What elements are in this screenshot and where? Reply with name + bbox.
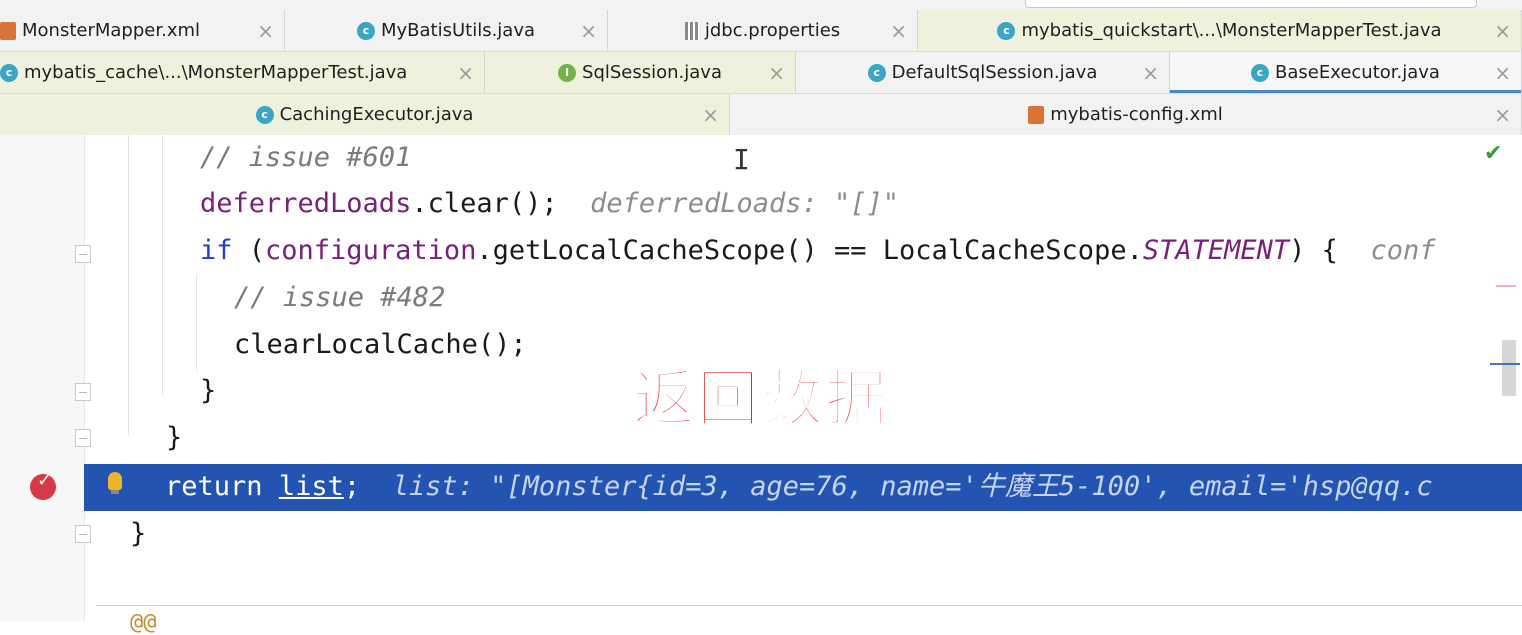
close-icon[interactable]: × — [457, 61, 474, 85]
tab-label: mybatis_quickstart\...\MonsterMapperTest… — [1021, 20, 1442, 41]
tab-mybatisutils[interactable]: c MyBatisUtils.java × — [285, 10, 608, 51]
scroll-position-marker — [1490, 363, 1520, 365]
tab-cache-mappertest[interactable]: c mybatis_cache\...\MonsterMapperTest.ja… — [0, 52, 485, 93]
search-everywhere-box[interactable] — [1025, 0, 1477, 8]
tab-defaultsqlsession[interactable]: c DefaultSqlSession.java × — [796, 52, 1170, 93]
properties-file-icon — [684, 21, 699, 40]
code-editor[interactable]: // issue #601 deferredLoads.clear(); def… — [0, 135, 1522, 635]
class-icon: c — [867, 63, 886, 82]
code-field: deferredLoads — [200, 188, 412, 219]
test-class-icon: c — [0, 63, 18, 82]
tab-label: SqlSession.java — [582, 62, 722, 83]
inline-debug-value: deferredLoads: "[]" — [590, 188, 900, 219]
code-keyword: if — [200, 235, 233, 266]
code-line: clearLocalCache(); — [234, 329, 527, 360]
close-icon[interactable]: × — [702, 103, 719, 127]
execution-line[interactable]: return list; list: "[Monster{id=3, age=7… — [84, 464, 1522, 511]
tab-label: MyBatisUtils.java — [380, 20, 536, 41]
close-icon[interactable]: × — [580, 19, 597, 43]
test-class-icon: c — [997, 21, 1016, 40]
tab-label: mybatis-config.xml — [1050, 104, 1223, 125]
tab-baseexecutor[interactable]: c BaseExecutor.java × — [1170, 52, 1522, 93]
breakpoint-icon[interactable] — [30, 470, 56, 500]
indent-guide — [128, 135, 129, 435]
code-text: ) { — [1289, 235, 1338, 266]
close-icon[interactable]: × — [1494, 19, 1511, 43]
text-cursor-icon: I — [733, 143, 750, 176]
tab-label: DefaultSqlSession.java — [891, 62, 1098, 83]
code-variable: list — [278, 471, 344, 502]
code-line: deferredLoads.clear(); deferredLoads: "[… — [200, 181, 899, 227]
code-field: configuration — [265, 235, 477, 266]
error-stripe-mark[interactable] — [1496, 285, 1516, 287]
code-line: return list; list: "[Monster{id=3, age=7… — [165, 464, 1433, 510]
close-icon[interactable]: × — [768, 61, 785, 85]
tab-monstermapper-xml[interactable]: MonsterMapper.xml × — [0, 10, 285, 51]
code-line: } — [130, 518, 147, 549]
code-text: .clear(); — [411, 188, 558, 219]
tab-label: CachingExecutor.java — [279, 104, 474, 125]
method-separator — [96, 605, 1522, 606]
inline-debug-value: conf — [1370, 235, 1436, 266]
editor-tab-row-1: MonsterMapper.xml × c MyBatisUtils.java … — [0, 10, 1522, 52]
interface-icon: I — [558, 63, 577, 82]
tab-quickstart-mappertest[interactable]: c mybatis_quickstart\...\MonsterMapperTe… — [918, 10, 1522, 51]
xml-file-icon — [0, 21, 16, 40]
editor-tab-row-3: c CachingExecutor.java × mybatis-config.… — [0, 94, 1522, 136]
code-static-field: STATEMENT — [1142, 235, 1290, 266]
code-text: ; — [343, 471, 361, 502]
fold-marker[interactable] — [75, 525, 91, 543]
code-keyword: return — [165, 471, 263, 502]
code-text: ( — [232, 235, 266, 266]
video-caption-overlay: 返回数据 — [632, 361, 890, 436]
inspection-ok-icon[interactable]: ✔ — [1484, 141, 1502, 166]
close-icon[interactable]: × — [1142, 61, 1159, 85]
fold-marker[interactable] — [75, 429, 91, 447]
tab-label: BaseExecutor.java — [1275, 62, 1440, 83]
tab-jdbc-properties[interactable]: jdbc.properties × — [608, 10, 918, 51]
close-icon[interactable]: × — [890, 19, 907, 43]
code-comment: // issue #482 — [234, 282, 446, 313]
tab-label: jdbc.properties — [704, 20, 841, 41]
tab-label: MonsterMapper.xml — [22, 20, 201, 41]
close-icon[interactable]: × — [1494, 103, 1511, 127]
intention-bulb-icon[interactable] — [108, 472, 122, 494]
tab-mybatis-config[interactable]: mybatis-config.xml × — [730, 94, 1522, 135]
xml-file-icon — [1028, 105, 1045, 124]
indent-guide — [196, 275, 197, 371]
tab-label: mybatis_cache\...\MonsterMapperTest.java — [24, 62, 408, 83]
code-comment: // issue #601 — [200, 142, 412, 173]
fold-marker[interactable] — [75, 383, 91, 401]
class-icon: c — [1251, 63, 1270, 82]
close-icon[interactable]: × — [257, 19, 274, 43]
class-icon: c — [255, 105, 274, 124]
editor-gutter[interactable] — [0, 135, 85, 621]
code-line: } — [200, 375, 217, 406]
editor-tab-row-2: c mybatis_cache\...\MonsterMapperTest.ja… — [0, 52, 1522, 94]
fold-marker[interactable] — [75, 245, 91, 263]
indent-guide — [162, 135, 163, 395]
code-line-partial: @@ — [130, 610, 157, 635]
code-line: if (configuration.getLocalCacheScope() =… — [200, 228, 1435, 274]
close-icon[interactable]: × — [1494, 61, 1511, 85]
class-icon: c — [356, 21, 375, 40]
editor-scrollbar[interactable] — [1502, 340, 1516, 396]
code-text: .getLocalCacheScope() == LocalCacheScope… — [476, 235, 1143, 266]
tab-sqlsession[interactable]: I SqlSession.java × — [485, 52, 796, 93]
code-line: } — [166, 422, 183, 453]
inline-debug-value: list: "[Monster{id=3, age=76, name='牛魔王5… — [392, 471, 1433, 502]
tab-cachingexecutor[interactable]: c CachingExecutor.java × — [0, 94, 730, 135]
